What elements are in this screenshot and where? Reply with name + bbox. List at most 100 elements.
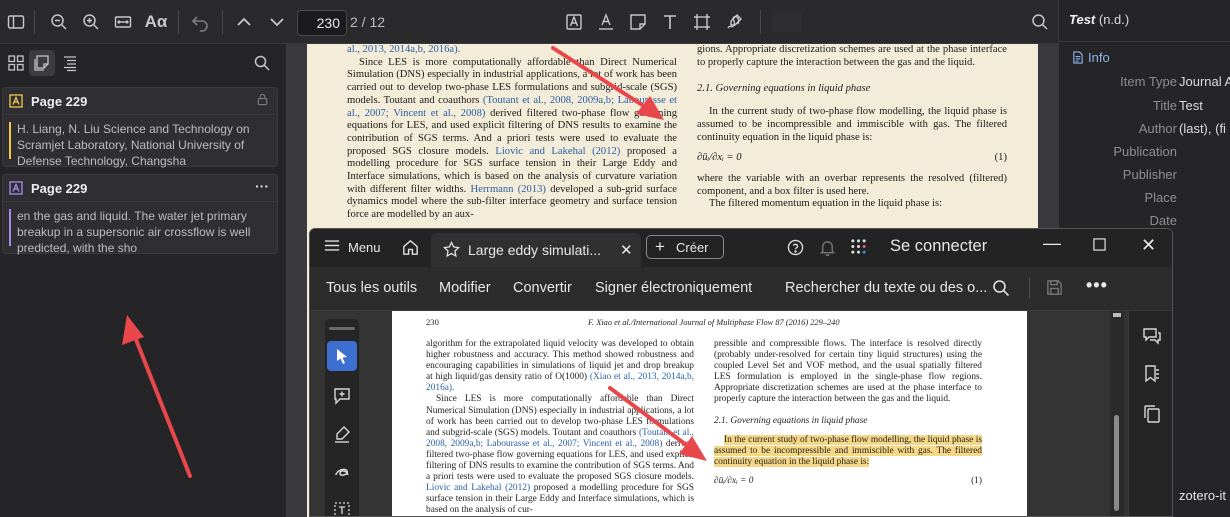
apps-grid-icon[interactable] [850, 238, 867, 258]
field-label: Item Type [1120, 74, 1177, 89]
appearance-button[interactable]: Aα [141, 8, 171, 36]
notifications-bell-icon[interactable] [819, 239, 836, 259]
annotation-header: Page 229 ··· [3, 175, 277, 201]
note-tool-icon[interactable] [624, 8, 652, 36]
field-value[interactable]: (last), (fi [1179, 121, 1230, 136]
annotation-header: Page 229 [3, 88, 277, 114]
annotation-text: H. Liang, N. Liu Science and Technology … [3, 114, 277, 168]
annotation-excerpt: en the gas and liquid. The water jet pri… [17, 209, 251, 255]
create-label: Créer [676, 240, 709, 255]
underline-tool-icon[interactable] [592, 8, 620, 36]
citation-link[interactable]: Liovic and Lakehal (2012) [426, 483, 530, 493]
close-window-icon[interactable]: ✕ [1141, 235, 1156, 256]
menu-all-tools[interactable]: Tous les outils [326, 280, 417, 296]
menu-convert[interactable]: Convertir [513, 280, 572, 296]
annotations-sidebar: Page 229 H. Liang, N. Liu Science and Te… [0, 44, 287, 517]
equation-number: (1) [971, 475, 982, 486]
highlighted-passage[interactable]: In the current study of two-phase flow m… [714, 434, 982, 467]
annotations-view-icon[interactable] [29, 50, 55, 76]
citation-link[interactable]: Herrmann (2013) [471, 184, 546, 195]
document-tab[interactable]: Large eddy simulati... ✕ [431, 233, 641, 267]
comments-panel-icon[interactable] [1139, 323, 1165, 349]
hamburger-menu-icon[interactable] [324, 239, 340, 255]
pdf-column-left: al., 2013, 2014a,b, 2016a). Since LES is… [347, 44, 677, 222]
highlight-pen-icon[interactable] [327, 419, 357, 449]
previous-page-icon[interactable] [230, 8, 258, 36]
more-icon[interactable]: ··· [255, 178, 269, 194]
paragraph-text: where the variable with an overbar repre… [697, 172, 1007, 197]
equation: ∂ūᵢ/∂xᵢ = 0 (1) [697, 152, 1007, 165]
acrobat-titlebar: Menu Large eddy simulati... ✕ + Créer Se… [310, 229, 1172, 267]
more-options-icon[interactable]: ••• [1086, 275, 1108, 296]
right-tools-panel [1128, 311, 1172, 516]
acrobat-document-area: 230 F. Xiao et al./International Journal… [310, 311, 1172, 516]
search-icon[interactable] [992, 279, 1010, 301]
acrobat-column-right: pressible and compressible flows. The in… [714, 339, 982, 487]
area-tool-icon[interactable] [688, 8, 716, 36]
toggle-sidebar-icon[interactable] [2, 8, 30, 36]
save-icon[interactable] [1046, 279, 1063, 300]
annotation-page-label: Page 229 [31, 180, 88, 196]
pages-panel-icon[interactable] [1139, 401, 1165, 427]
zoom-fit-icon[interactable] [109, 8, 137, 36]
menu-edit[interactable]: Modifier [439, 280, 491, 296]
page-number-input[interactable] [297, 10, 347, 36]
field-value[interactable]: Test [1179, 98, 1230, 113]
help-icon[interactable] [787, 239, 804, 259]
sign-in-link[interactable]: Se connecter [890, 237, 987, 256]
menu-e-sign[interactable]: Signer électroniquement [595, 280, 752, 296]
paragraph-text: The filtered momentum equation in the li… [709, 198, 943, 210]
add-comment-icon[interactable] [327, 381, 357, 411]
maximize-icon[interactable] [1093, 238, 1106, 254]
star-icon[interactable] [442, 240, 461, 261]
reader-toolbar: Aα 2 / 12 [0, 0, 1058, 44]
create-button[interactable]: + Créer [646, 235, 724, 259]
annotation-page-label: Page 229 [31, 93, 88, 109]
item-title: Test [1069, 12, 1096, 27]
home-icon[interactable] [401, 238, 420, 260]
tab-title: Large eddy simulati... [468, 242, 602, 258]
plus-icon: + [655, 237, 665, 256]
toolbar-grip[interactable] [329, 327, 355, 330]
undo-icon[interactable] [186, 8, 214, 36]
page-count: 2 / 12 [350, 14, 386, 30]
select-cursor-icon[interactable] [327, 341, 357, 371]
paragraph-text: pressible and compressible flows. The in… [714, 339, 982, 405]
scrollbar-thumb[interactable] [1114, 415, 1119, 511]
paragraph-text: In the current study of two-phase flow m… [697, 106, 1007, 143]
bookmarks-panel-icon[interactable] [1139, 361, 1165, 387]
field-value[interactable]: Journal A [1179, 74, 1230, 89]
draw-freehand-icon[interactable] [327, 457, 357, 487]
zoom-in-icon[interactable] [77, 8, 105, 36]
field-label: Title [1152, 98, 1177, 113]
close-tab-icon[interactable]: ✕ [620, 241, 633, 259]
section-heading: 2.1. Governing equations in liquid phase [697, 83, 871, 95]
highlight-tool-icon[interactable] [560, 8, 588, 36]
zoom-out-icon[interactable] [45, 8, 73, 36]
annotation-card[interactable]: Page 229 ··· en the gas and liquid. The … [2, 174, 278, 255]
color-picker[interactable] [772, 12, 802, 32]
citation-link[interactable]: Liovic and Lakehal (2012) [495, 146, 620, 157]
acrobat-window: Menu Large eddy simulati... ✕ + Créer Se… [309, 228, 1173, 517]
field-label: Place [1144, 190, 1177, 205]
toolbar-divider [760, 10, 761, 34]
highlight-annotation-icon [9, 181, 23, 195]
search-annotations-icon[interactable] [249, 50, 275, 76]
next-page-icon[interactable] [263, 8, 291, 36]
search-field-label[interactable]: Rechercher du texte ou des o... [785, 280, 987, 296]
info-document-icon [1073, 51, 1083, 64]
search-icon[interactable] [1026, 8, 1054, 36]
outline-view-icon[interactable] [57, 50, 83, 76]
thumbnails-view-icon[interactable] [3, 50, 29, 76]
text-box-icon[interactable] [327, 495, 357, 516]
text-tool-icon[interactable] [656, 8, 684, 36]
ink-tool-icon[interactable] [720, 8, 748, 36]
acrobat-column-left: algorithm for the extrapolated liquid ve… [426, 339, 694, 516]
minimize-icon[interactable]: — [1043, 233, 1061, 254]
info-section-header[interactable]: Info [1071, 50, 1110, 65]
vertical-scrollbar[interactable] [1110, 311, 1124, 516]
equation-expression: ∂ūᵢ/∂xᵢ = 0 [714, 475, 754, 486]
menu-label[interactable]: Menu [348, 240, 381, 255]
annotation-card[interactable]: Page 229 H. Liang, N. Liu Science and Te… [2, 87, 278, 168]
citation-link[interactable]: al., 2013, 2014a,b, 2016a). [347, 44, 677, 57]
